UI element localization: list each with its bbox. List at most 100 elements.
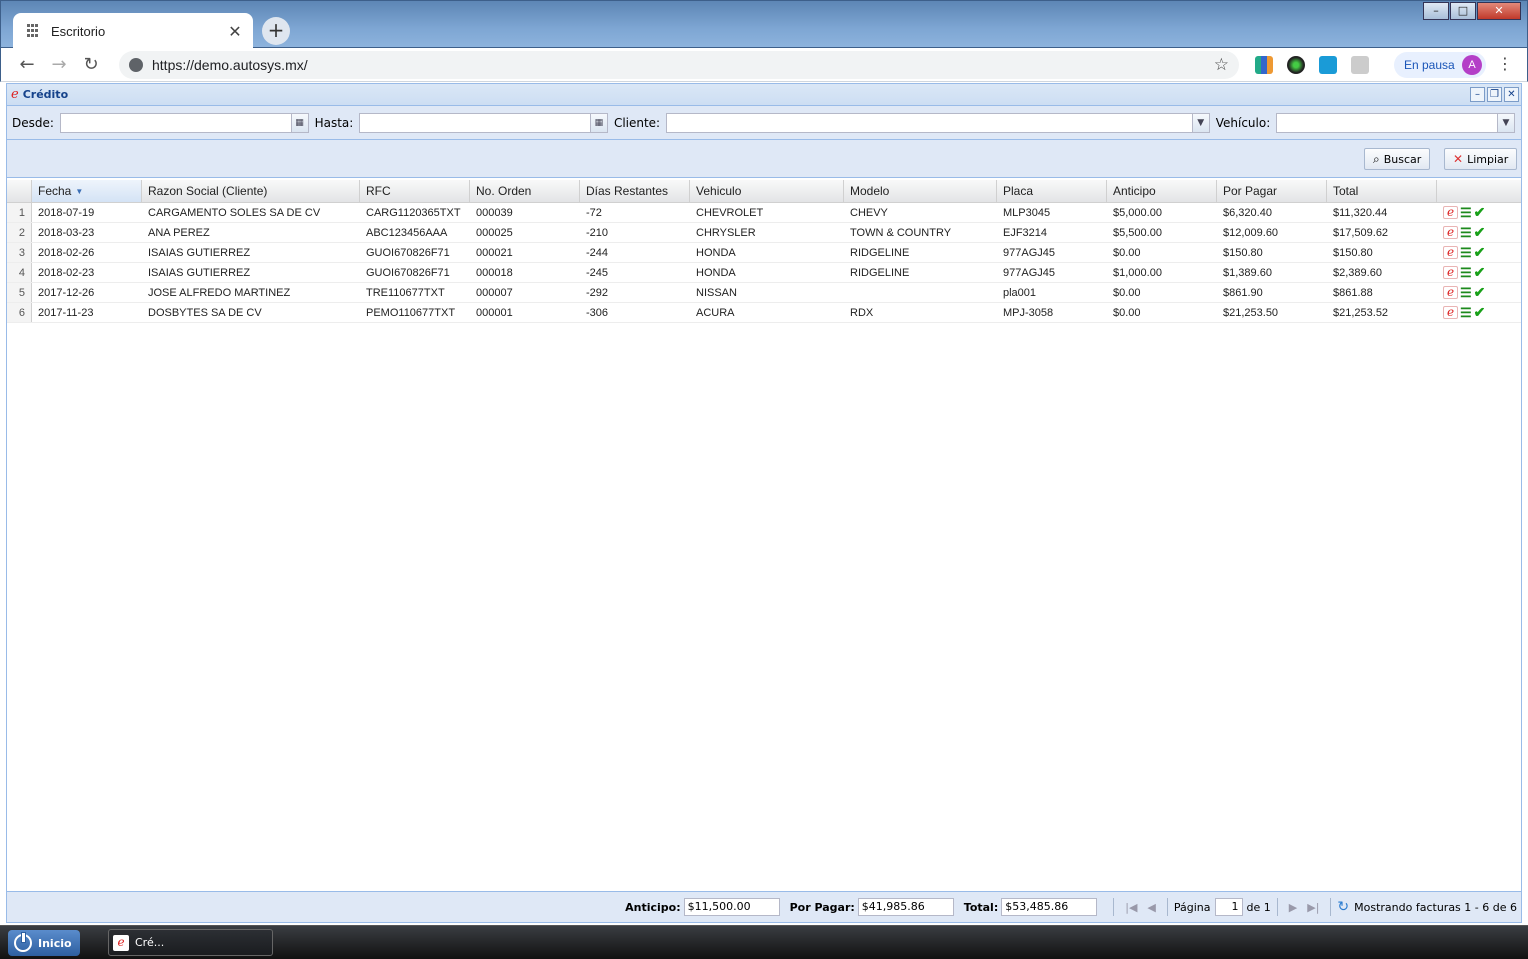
chevron-down-icon[interactable]: ▼ <box>1497 113 1515 132</box>
menu-kebab-icon[interactable]: ⋮ <box>1497 54 1513 73</box>
list-detail-icon[interactable]: ☰ <box>1460 305 1472 321</box>
extension-scissors-icon[interactable] <box>1319 56 1337 74</box>
tab-close-icon[interactable]: ✕ <box>227 22 243 41</box>
page-number-input[interactable]: 1 <box>1214 898 1243 916</box>
app-logo-icon: e <box>11 87 19 102</box>
next-page-icon[interactable]: ▶ <box>1289 901 1297 914</box>
list-detail-icon[interactable]: ☰ <box>1460 225 1472 241</box>
table-row[interactable]: 2 2018-03-23 ANA PEREZ ABC123456AAA 000025 -2… <box>7 223 1521 243</box>
column-header-vehiculo[interactable]: Vehiculo <box>690 180 844 202</box>
cell-dias: -245 <box>586 266 609 279</box>
checkmark-icon[interactable]: ✔ <box>1474 304 1486 321</box>
table-row[interactable]: 3 2018-02-26 ISAIAS GUTIERREZ GUOI670826F71… <box>7 243 1521 263</box>
table-row[interactable]: 6 2017-11-23 DOSBYTES SA DE CV PEMO110677TX… <box>7 303 1521 323</box>
bookmark-star-icon[interactable]: ☆ <box>1214 55 1229 75</box>
cell-total: $11,320.44 <box>1333 206 1388 219</box>
column-header-no-orden[interactable]: No. Orden <box>470 180 580 202</box>
start-label: Inicio <box>38 936 72 950</box>
cell-razon: CARGAMENTO SOLES SA DE CV <box>148 206 321 219</box>
task-label: Cré... <box>135 936 165 949</box>
back-arrow-icon[interactable]: ← <box>15 54 39 75</box>
edit-invoice-icon[interactable]: e <box>1443 226 1458 239</box>
cell-modelo: TOWN & COUNTRY <box>850 226 952 239</box>
address-bar[interactable]: https://demo.autosys.mx/ ☆ <box>119 51 1239 79</box>
row-actions: e ☰ ✔ <box>1437 303 1501 322</box>
power-icon <box>14 932 32 952</box>
limpiar-button[interactable]: ✕ Limpiar <box>1444 148 1518 170</box>
checkmark-icon[interactable]: ✔ <box>1474 204 1486 221</box>
checkmark-icon[interactable]: ✔ <box>1474 264 1486 281</box>
cell-dias: -292 <box>586 286 609 299</box>
checkmark-icon[interactable]: ✔ <box>1474 224 1486 241</box>
close-panel-icon[interactable]: ✕ <box>1504 87 1519 102</box>
column-header-total[interactable]: Total <box>1327 180 1437 202</box>
url-text[interactable]: https://demo.autosys.mx/ <box>152 57 1214 73</box>
prev-page-icon[interactable]: ◀ <box>1147 901 1155 914</box>
extension-circle-icon[interactable] <box>1287 56 1305 74</box>
vehiculo-combo[interactable]: ▼ <box>1276 112 1516 133</box>
last-page-icon[interactable]: ▶| <box>1307 901 1319 914</box>
checkmark-icon[interactable]: ✔ <box>1474 244 1486 261</box>
checkmark-icon[interactable]: ✔ <box>1474 284 1486 301</box>
list-detail-icon[interactable]: ☰ <box>1460 265 1472 281</box>
taskbar-task-credito[interactable]: e Cré... <box>108 929 273 956</box>
row-number: 6 <box>7 303 32 322</box>
column-header-modelo[interactable]: Modelo <box>844 180 997 202</box>
porpagar-total-field: $41,985.86 <box>857 898 954 916</box>
edit-invoice-icon[interactable]: e <box>1443 246 1458 259</box>
table-row[interactable]: 4 2018-02-23 ISAIAS GUTIERREZ GUOI670826F71… <box>7 263 1521 283</box>
column-header-anticipo[interactable]: Anticipo <box>1107 180 1217 202</box>
cliente-combo[interactable]: ▼ <box>666 112 1210 133</box>
divider <box>1330 898 1332 916</box>
calendar-icon[interactable]: ▦ <box>589 113 607 132</box>
table-row[interactable]: 1 2018-07-19 CARGAMENTO SOLES SA DE CV CARG… <box>7 203 1521 223</box>
column-header-dias-restantes[interactable]: Días Restantes <box>580 180 690 202</box>
row-actions: e ☰ ✔ <box>1437 223 1501 242</box>
list-detail-icon[interactable]: ☰ <box>1460 285 1472 301</box>
minimize-panel-icon[interactable]: – <box>1470 87 1485 102</box>
maximize-button[interactable]: □ <box>1450 2 1476 20</box>
row-number: 3 <box>7 243 32 262</box>
hasta-date-field[interactable]: ▦ <box>359 112 608 133</box>
refresh-icon[interactable]: ↻ <box>1337 899 1349 915</box>
column-header-razon-social[interactable]: Razon Social (Cliente) <box>142 180 360 202</box>
column-header-fecha[interactable]: Fecha ▼ <box>32 180 142 202</box>
row-number: 1 <box>7 203 32 222</box>
paging-status: Mostrando facturas 1 - 6 de 6 <box>1354 900 1517 914</box>
profile-status-label: En pausa <box>1404 58 1455 72</box>
browser-tab[interactable]: Escritorio ✕ <box>13 13 253 49</box>
calendar-icon[interactable]: ▦ <box>290 113 308 132</box>
close-window-button[interactable]: ✕ <box>1477 2 1521 20</box>
row-actions: e ☰ ✔ <box>1437 243 1501 262</box>
desde-date-field[interactable]: ▦ <box>59 112 309 133</box>
edit-invoice-icon[interactable]: e <box>1443 286 1458 299</box>
cell-porpagar: $1,389.60 <box>1223 266 1272 279</box>
column-header-rfc[interactable]: RFC <box>360 180 470 202</box>
column-header-por-pagar[interactable]: Por Pagar <box>1217 180 1327 202</box>
profile-paused-button[interactable]: En pausa A <box>1394 52 1486 78</box>
list-detail-icon[interactable]: ☰ <box>1460 245 1472 261</box>
total-label: Total: <box>963 900 999 914</box>
start-button[interactable]: Inicio <box>8 930 80 956</box>
grid-body: 1 2018-07-19 CARGAMENTO SOLES SA DE CV CARG… <box>7 203 1521 323</box>
reload-icon[interactable]: ↻ <box>79 54 103 75</box>
column-header-placa[interactable]: Placa <box>997 180 1107 202</box>
buscar-button[interactable]: ⌕ Buscar <box>1364 148 1431 170</box>
chevron-down-icon[interactable]: ▼ <box>1191 113 1209 132</box>
site-info-icon[interactable] <box>129 58 143 72</box>
new-tab-button[interactable]: + <box>262 17 290 45</box>
extension-chart-icon[interactable] <box>1255 56 1273 74</box>
edit-invoice-icon[interactable]: e <box>1443 266 1458 279</box>
column-header-actions <box>1437 180 1501 202</box>
list-detail-icon[interactable]: ☰ <box>1460 205 1472 221</box>
minimize-button[interactable]: – <box>1423 2 1449 20</box>
forward-arrow-icon[interactable]: → <box>47 54 71 75</box>
restore-panel-icon[interactable]: ❐ <box>1487 87 1502 102</box>
binoculars-icon: ⌕ <box>1373 151 1380 166</box>
table-row[interactable]: 5 2017-12-26 JOSE ALFREDO MARTINEZ TRE11067… <box>7 283 1521 303</box>
first-page-icon[interactable]: |◀ <box>1125 901 1137 914</box>
cell-rfc: GUOI670826F71 <box>366 266 450 279</box>
edit-invoice-icon[interactable]: e <box>1443 306 1458 319</box>
extension-page-icon[interactable] <box>1351 56 1369 74</box>
edit-invoice-icon[interactable]: e <box>1443 206 1458 219</box>
